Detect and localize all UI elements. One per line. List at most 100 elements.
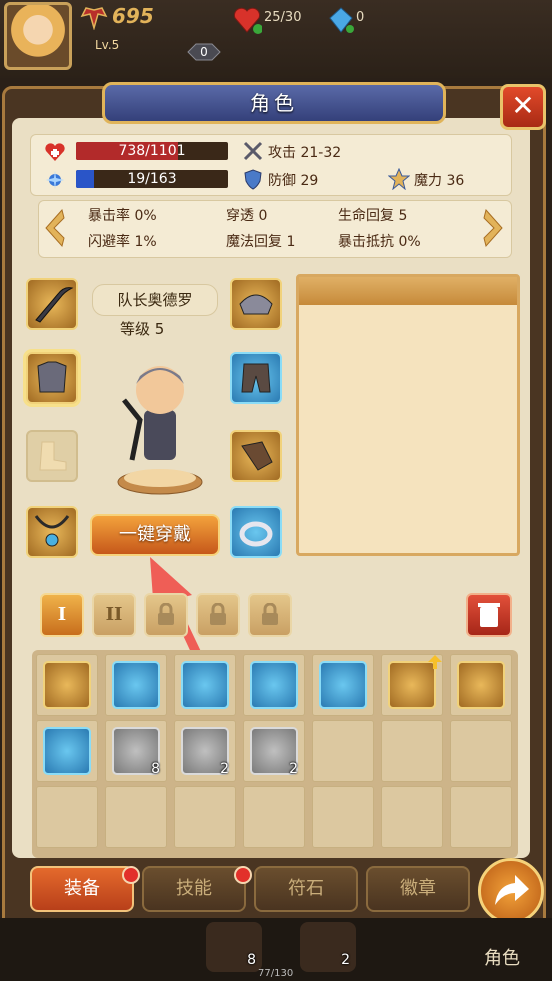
inventory-slot[interactable]	[312, 654, 374, 716]
player-avatar[interactable]	[4, 2, 72, 70]
hp-regen: 生命回复 5	[338, 208, 408, 224]
inventory-slot[interactable]	[381, 720, 443, 782]
heart-icon	[233, 7, 262, 34]
item-description-panel	[296, 274, 520, 556]
role-menu-label[interactable]: 角色	[484, 944, 520, 970]
share-button[interactable]	[478, 858, 544, 924]
quick-slot-count: 2	[341, 952, 350, 968]
inventory-slot[interactable]	[174, 654, 236, 716]
combat-power: 695	[112, 4, 154, 28]
description-header	[299, 277, 517, 305]
weapon-slot[interactable]	[26, 278, 78, 330]
boots-slot-empty[interactable]	[26, 430, 78, 482]
helmet-icon	[239, 294, 273, 315]
inventory-slot[interactable]: 2	[174, 720, 236, 782]
inventory-slot[interactable]: 2	[243, 720, 305, 782]
inventory-slot[interactable]	[450, 654, 512, 716]
skills-notification-dot	[234, 866, 252, 884]
pants-slot[interactable]	[230, 352, 282, 404]
inventory-slot[interactable]	[381, 786, 443, 848]
ring-slot[interactable]	[230, 506, 282, 558]
exp-text: 77/130	[258, 968, 294, 979]
discard-button[interactable]	[466, 593, 512, 637]
mp-regen: 魔法回复 1	[226, 234, 296, 250]
crit-rate: 暴击率 0%	[88, 208, 157, 224]
magic-stat: 魔力 36	[414, 173, 465, 189]
inventory-slot[interactable]: 8	[105, 720, 167, 782]
attack-stat: 攻击 21-32	[268, 145, 342, 161]
inventory-slot[interactable]	[312, 720, 374, 782]
next-arrow-icon[interactable]	[482, 208, 506, 248]
inventory-slot[interactable]	[312, 786, 374, 848]
pants-icon	[241, 363, 271, 393]
inventory-slot[interactable]	[381, 654, 443, 716]
bag-page-1-tab[interactable]: I	[40, 593, 84, 637]
hp-bar-text: 738/1101	[118, 143, 186, 159]
player-level: Lv.5	[95, 38, 120, 52]
bag-page-3-locked[interactable]	[144, 593, 188, 637]
quick-slot-red-potion[interactable]: 8	[206, 922, 262, 972]
necklace-slot[interactable]	[26, 506, 78, 558]
gauntlet-item	[457, 661, 505, 709]
tab-skills[interactable]: 技能	[142, 866, 246, 912]
close-button[interactable]: ✕	[500, 84, 546, 130]
ring-item	[43, 727, 91, 775]
inventory-slot[interactable]	[36, 720, 98, 782]
bag-page-2-tab[interactable]: II	[92, 593, 136, 637]
trash-can-icon	[478, 603, 500, 627]
necklace-icon	[34, 515, 70, 547]
equip-all-button[interactable]: 一键穿戴	[90, 514, 220, 556]
mp-bar: 19/163	[76, 170, 228, 188]
hero-character-sprite	[117, 366, 203, 495]
helmet-slot[interactable]	[230, 278, 282, 330]
vest-item	[112, 661, 160, 709]
notification-badge[interactable]: 0	[184, 40, 224, 64]
panel-title: 角色	[102, 82, 446, 124]
gem-count: 0	[356, 10, 365, 25]
inventory-slot[interactable]	[243, 786, 305, 848]
bag-page-4-locked[interactable]	[196, 593, 240, 637]
bag-page-5-locked[interactable]	[248, 593, 292, 637]
inventory-slot[interactable]	[105, 786, 167, 848]
diamond-icon	[329, 7, 354, 33]
hp-bar: 738/1101	[76, 142, 228, 160]
tab-equipment[interactable]: 装备	[30, 866, 134, 912]
hp-heart-icon	[45, 143, 65, 161]
pants-item	[319, 661, 367, 709]
upgrade-arrow-icon	[428, 655, 442, 669]
crit-resist: 暴击抵抗 0%	[338, 234, 421, 250]
ring-icon	[239, 521, 273, 547]
pants-item	[181, 661, 229, 709]
hero-level: 等级 5	[120, 320, 165, 338]
magic-star-icon	[388, 168, 410, 190]
armor-slot[interactable]	[26, 352, 78, 404]
stamina-count: 25/30	[264, 10, 302, 25]
inventory-slot[interactable]	[174, 786, 236, 848]
inventory-slot[interactable]	[450, 786, 512, 848]
boot-icon	[39, 441, 67, 471]
gloves-slot[interactable]	[230, 430, 282, 482]
wing-crest-icon	[80, 7, 108, 30]
scythe-icon	[35, 287, 74, 323]
quick-slot-blue-potion[interactable]: 2	[300, 922, 356, 972]
penetration: 穿透 0	[226, 208, 268, 224]
item-count: 2	[220, 761, 229, 777]
pants-item	[250, 661, 298, 709]
tab-runes[interactable]: 符石	[254, 866, 358, 912]
prev-arrow-icon[interactable]	[42, 208, 66, 248]
dodge-rate: 闪避率 1%	[88, 234, 157, 250]
inventory-slot[interactable]	[243, 654, 305, 716]
shield-icon	[244, 169, 262, 190]
item-count: 8	[151, 761, 160, 777]
equipment-notification-dot	[122, 866, 140, 884]
inventory-slot[interactable]	[105, 654, 167, 716]
chest-armor-icon	[37, 361, 67, 393]
inventory-slot[interactable]	[450, 720, 512, 782]
mana-sparkle-icon	[46, 171, 64, 189]
lock-icon	[210, 602, 226, 625]
defense-stat: 防御 29	[268, 173, 319, 189]
inventory-slot[interactable]	[36, 786, 98, 848]
gauntlet-icon	[241, 441, 273, 471]
inventory-slot[interactable]	[36, 654, 98, 716]
tab-badges[interactable]: 徽章	[366, 866, 470, 912]
